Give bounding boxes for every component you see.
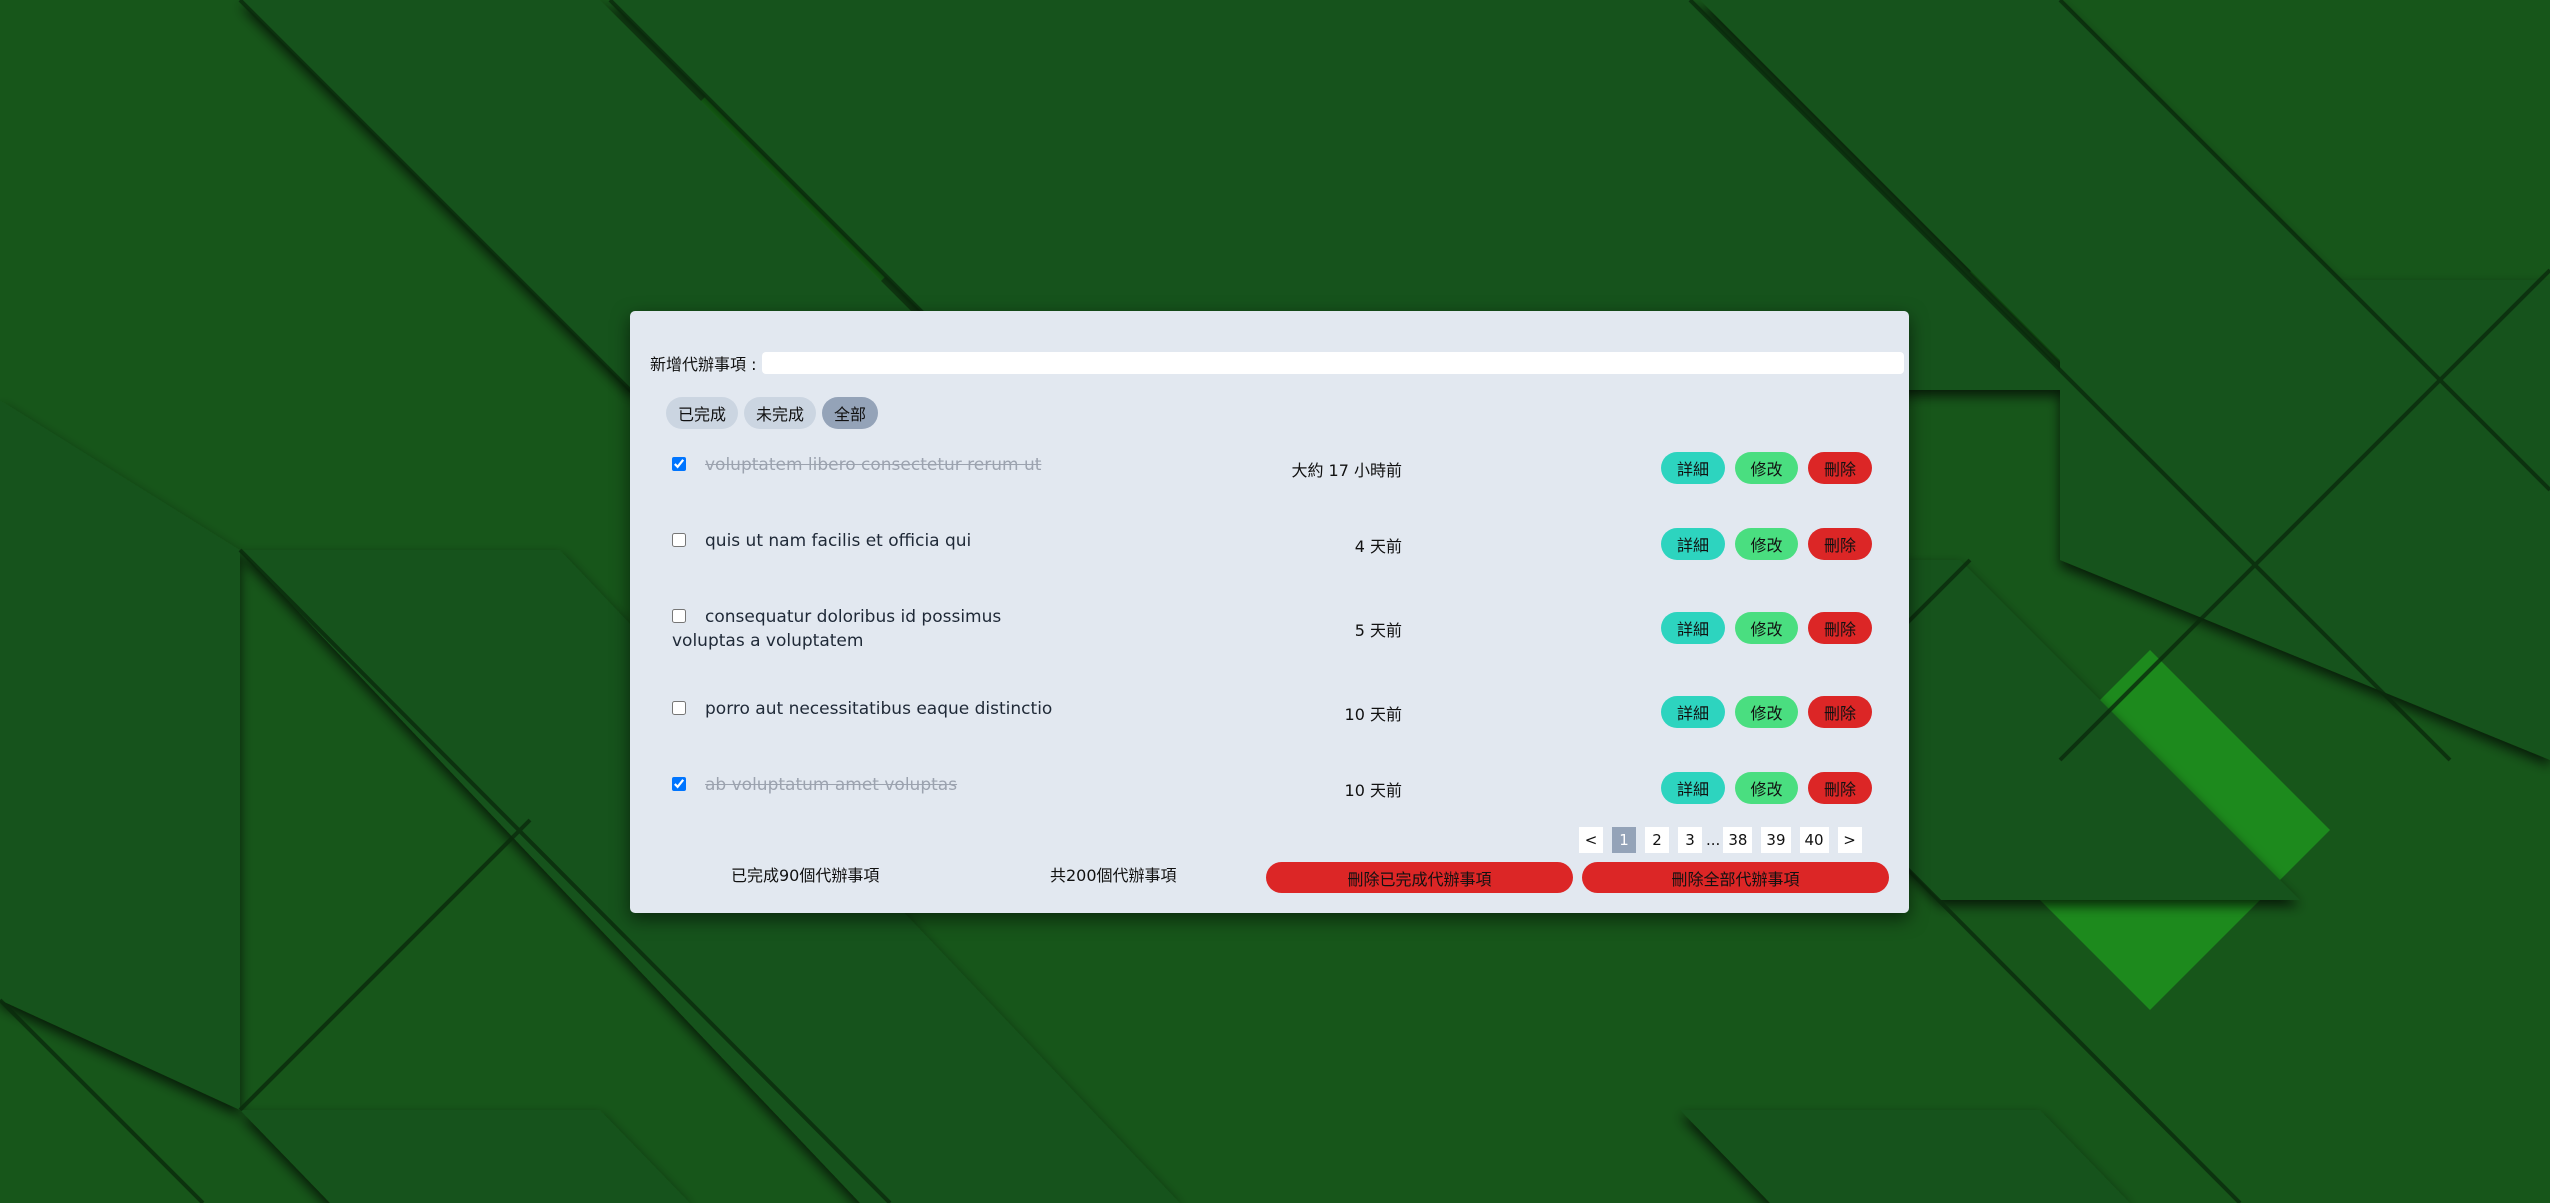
delete-button[interactable]: 刪除 — [1808, 612, 1872, 644]
edit-button[interactable]: 修改 — [1735, 612, 1798, 644]
page-ellipsis: ... — [1706, 831, 1721, 849]
edit-button[interactable]: 修改 — [1735, 772, 1798, 804]
todo-text: porro aut necessitatibus eaque distincti… — [705, 699, 1053, 719]
filter-tabs: 已完成 未完成 全部 — [666, 397, 879, 429]
completed-count: 已完成90個代辦事項 — [731, 866, 880, 885]
detail-button[interactable]: 詳細 — [1661, 696, 1725, 728]
todo-actions: 詳細 修改 刪除 — [1661, 696, 1872, 728]
page-button[interactable]: 38 — [1723, 827, 1753, 853]
todo-text: ab voluptatum amet voluptas — [705, 775, 958, 795]
page-button[interactable]: 2 — [1645, 827, 1669, 853]
filter-all-button[interactable]: 全部 — [822, 397, 879, 429]
edit-button[interactable]: 修改 — [1735, 528, 1798, 560]
prev-page-button[interactable]: < — [1579, 827, 1603, 853]
total-count: 共200個代辦事項 — [1050, 866, 1177, 885]
detail-button[interactable]: 詳細 — [1661, 772, 1725, 804]
delete-all-button[interactable]: 刪除全部代辦事項 — [1582, 862, 1889, 893]
detail-button[interactable]: 詳細 — [1661, 452, 1725, 484]
page-button[interactable]: 3 — [1678, 827, 1702, 853]
delete-button[interactable]: 刪除 — [1808, 452, 1872, 484]
filter-incomplete-button[interactable]: 未完成 — [744, 397, 817, 429]
todo-text: quis ut nam facilis et officia qui — [705, 531, 972, 551]
detail-button[interactable]: 詳細 — [1661, 612, 1725, 644]
delete-button[interactable]: 刪除 — [1808, 528, 1872, 560]
todo-panel: 新增代辦事項 : 已完成 未完成 全部 voluptatem libero co… — [630, 311, 1909, 913]
todo-time: 4 天前 — [1354, 537, 1402, 556]
delete-button[interactable]: 刪除 — [1808, 772, 1872, 804]
todo-time: 10 天前 — [1344, 705, 1402, 724]
todo-time: 大約 17 小時前 — [1291, 461, 1402, 480]
todo-time: 5 天前 — [1354, 621, 1402, 640]
edit-button[interactable]: 修改 — [1735, 452, 1798, 484]
todo-actions: 詳細 修改 刪除 — [1661, 772, 1872, 804]
add-todo-label: 新增代辦事項 : — [650, 355, 757, 374]
edit-button[interactable]: 修改 — [1735, 696, 1798, 728]
next-page-button[interactable]: > — [1837, 827, 1862, 853]
page-button[interactable]: 40 — [1799, 827, 1829, 853]
todo-time: 10 天前 — [1344, 781, 1402, 800]
page-button[interactable]: 1 — [1612, 827, 1636, 853]
todo-actions: 詳細 修改 刪除 — [1661, 612, 1872, 644]
delete-completed-button[interactable]: 刪除已完成代辦事項 — [1266, 862, 1573, 893]
todo-text: consequatur doloribus id possimus volupt… — [672, 607, 1002, 651]
detail-button[interactable]: 詳細 — [1661, 528, 1725, 560]
todo-text: voluptatem libero consectetur rerum ut — [705, 455, 1042, 475]
filter-completed-button[interactable]: 已完成 — [666, 397, 739, 429]
todo-actions: 詳細 修改 刪除 — [1661, 528, 1872, 560]
todo-actions: 詳細 修改 刪除 — [1661, 452, 1872, 484]
page-button[interactable]: 39 — [1761, 827, 1791, 853]
add-todo-row: 新增代辦事項 : — [650, 351, 1905, 375]
pagination: < 1 2 3 ... 38 39 40 > — [1579, 827, 1862, 853]
add-todo-input[interactable] — [762, 352, 1905, 374]
delete-button[interactable]: 刪除 — [1808, 696, 1872, 728]
